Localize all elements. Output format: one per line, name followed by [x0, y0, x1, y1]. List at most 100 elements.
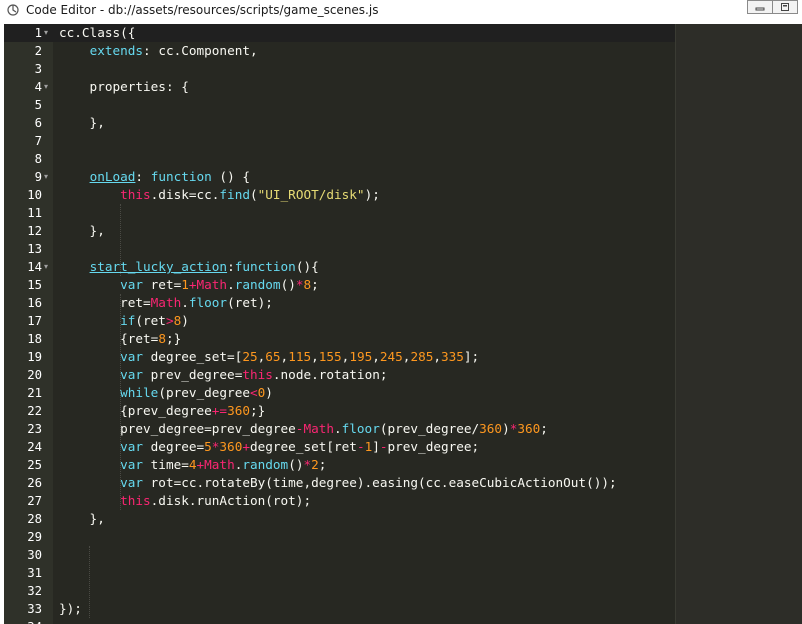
- code-text[interactable]: },: [59, 222, 105, 240]
- code-token: 115: [288, 349, 312, 364]
- fold-arrow-icon[interactable]: ▾: [44, 258, 48, 276]
- code-line[interactable]: 24 var degree=5*360+degree_set[ret-1]-pr…: [4, 438, 675, 456]
- window-controls: [747, 0, 798, 16]
- code-text[interactable]: var rot=cc.rotateBy(time,degree).easing(…: [59, 474, 617, 492]
- line-number: 34: [4, 618, 42, 624]
- fold-arrow-icon[interactable]: ▾: [44, 168, 48, 186]
- code-line[interactable]: 30: [4, 546, 675, 564]
- code-text[interactable]: var prev_degree=this.node.rotation;: [59, 366, 387, 384]
- code-token: ,: [311, 349, 319, 364]
- fold-arrow-icon[interactable]: ▾: [44, 24, 48, 42]
- code-token: .disk.runAction(rot);: [150, 493, 312, 508]
- code-line[interactable]: 26 var rot=cc.rotateBy(time,degree).easi…: [4, 474, 675, 492]
- code-line[interactable]: 21 while(prev_degree<0): [4, 384, 675, 402]
- code-line[interactable]: 5: [4, 96, 675, 114]
- code-text[interactable]: var time=4+Math.random()*2;: [59, 456, 326, 474]
- code-line[interactable]: 18 {ret=8;}: [4, 330, 675, 348]
- code-text[interactable]: this.disk.runAction(rot);: [59, 492, 311, 510]
- code-line[interactable]: 1 ▾ cc.Class({: [4, 24, 675, 42]
- code-token: :: [227, 259, 235, 274]
- code-line[interactable]: 28 },: [4, 510, 675, 528]
- code-text[interactable]: },: [59, 510, 105, 528]
- code-line[interactable]: 32: [4, 582, 675, 600]
- code-line[interactable]: 7: [4, 132, 675, 150]
- code-line[interactable]: 13: [4, 240, 675, 258]
- code-line[interactable]: 16 ret=Math.floor(ret);: [4, 294, 675, 312]
- code-token: .disk=cc.: [150, 187, 220, 202]
- code-text[interactable]: {prev_degree+=360;}: [59, 402, 265, 420]
- line-number: 14: [27, 260, 42, 274]
- code-line[interactable]: 20 var prev_degree=this.node.rotation;: [4, 366, 675, 384]
- code-line[interactable]: 22 {prev_degree+=360;}: [4, 402, 675, 420]
- fold-arrow-icon[interactable]: ▾: [44, 78, 48, 96]
- code-token: Math: [303, 421, 334, 436]
- line-number: 17: [27, 314, 42, 328]
- restore-button[interactable]: [772, 0, 798, 14]
- code-text[interactable]: var degree=5*360+degree_set[ret-1]-prev_…: [59, 438, 479, 456]
- code-line[interactable]: 2 extends: cc.Component,: [4, 42, 675, 60]
- code-line[interactable]: 31: [4, 564, 675, 582]
- code-line[interactable]: 10 this.disk=cc.find("UI_ROOT/disk");: [4, 186, 675, 204]
- code-token: : cc.Component,: [143, 43, 258, 58]
- minimize-button[interactable]: [747, 0, 773, 14]
- line-number: 3: [34, 62, 42, 76]
- code-line[interactable]: 19 var degree_set=[25,65,115,155,195,245…: [4, 348, 675, 366]
- code-line[interactable]: 33});: [4, 600, 675, 618]
- line-number: 24: [27, 440, 42, 454]
- code-line[interactable]: 27 this.disk.runAction(rot);: [4, 492, 675, 510]
- code-text[interactable]: extends: cc.Component,: [59, 42, 258, 60]
- line-number: 30: [27, 548, 42, 562]
- code-text[interactable]: var degree_set=[25,65,115,155,195,245,28…: [59, 348, 479, 366]
- print-margin-area: [675, 24, 802, 624]
- code-text[interactable]: onLoad: function () {: [59, 168, 250, 186]
- code-line[interactable]: 3: [4, 60, 675, 78]
- code-line[interactable]: 14 ▾ start_lucky_action:function(){: [4, 258, 675, 276]
- code-token: .: [181, 295, 189, 310]
- code-text[interactable]: properties: {: [59, 78, 189, 96]
- line-number: 18: [27, 332, 42, 346]
- code-token: function: [234, 259, 296, 274]
- code-line[interactable]: 11: [4, 204, 675, 222]
- code-token: 1: [181, 277, 189, 292]
- code-line[interactable]: 9 ▾ onLoad: function () {: [4, 168, 675, 186]
- code-token: floor: [341, 421, 380, 436]
- code-text[interactable]: cc.Class({: [59, 24, 135, 42]
- code-line[interactable]: 25 var time=4+Math.random()*2;: [4, 456, 675, 474]
- code-token: .node.rotation;: [272, 367, 388, 382]
- code-line[interactable]: 34: [4, 618, 675, 624]
- code-text[interactable]: },: [59, 114, 105, 132]
- code-token: {prev_degree: [59, 403, 212, 418]
- code-token: 5: [204, 439, 212, 454]
- code-text[interactable]: this.disk=cc.find("UI_ROOT/disk");: [59, 186, 380, 204]
- code-token: (ret: [135, 313, 166, 328]
- code-line[interactable]: 15 var ret=1+Math.random()*8;: [4, 276, 675, 294]
- code-text[interactable]: });: [59, 600, 82, 618]
- code-line[interactable]: 12 },: [4, 222, 675, 240]
- window-title: Code Editor - db://assets/resources/scri…: [26, 3, 379, 17]
- code-text[interactable]: var ret=1+Math.random()*8;: [59, 276, 319, 294]
- code-editor[interactable]: 1 ▾ cc.Class({2 extends: cc.Component, 3 4 ▾ …: [4, 24, 802, 624]
- code-token: 8: [158, 331, 166, 346]
- code-text[interactable]: start_lucky_action:function(){: [59, 258, 319, 276]
- code-text[interactable]: ret=Math.floor(ret);: [59, 294, 273, 312]
- code-line[interactable]: 4 ▾ properties: {: [4, 78, 675, 96]
- code-text[interactable]: if(ret>8): [59, 312, 189, 330]
- code-text[interactable]: prev_degree=prev_degree-Math.floor(prev_…: [59, 420, 548, 438]
- code-token: 285: [410, 349, 434, 364]
- code-token: floor: [188, 295, 228, 310]
- code-line[interactable]: 29: [4, 528, 675, 546]
- code-line[interactable]: 17 if(ret>8): [4, 312, 675, 330]
- code-token: -: [356, 439, 365, 454]
- code-token: 360: [219, 439, 243, 454]
- code-token: (ret);: [227, 295, 273, 310]
- editor-logo-icon: [7, 4, 19, 16]
- code-line[interactable]: 8: [4, 150, 675, 168]
- code-line[interactable]: 6 },: [4, 114, 675, 132]
- code-line[interactable]: 23 prev_degree=prev_degree-Math.floor(pr…: [4, 420, 675, 438]
- line-number: 19: [27, 350, 42, 364]
- code-token: Math: [150, 295, 182, 310]
- code-text[interactable]: while(prev_degree<0): [59, 384, 273, 402]
